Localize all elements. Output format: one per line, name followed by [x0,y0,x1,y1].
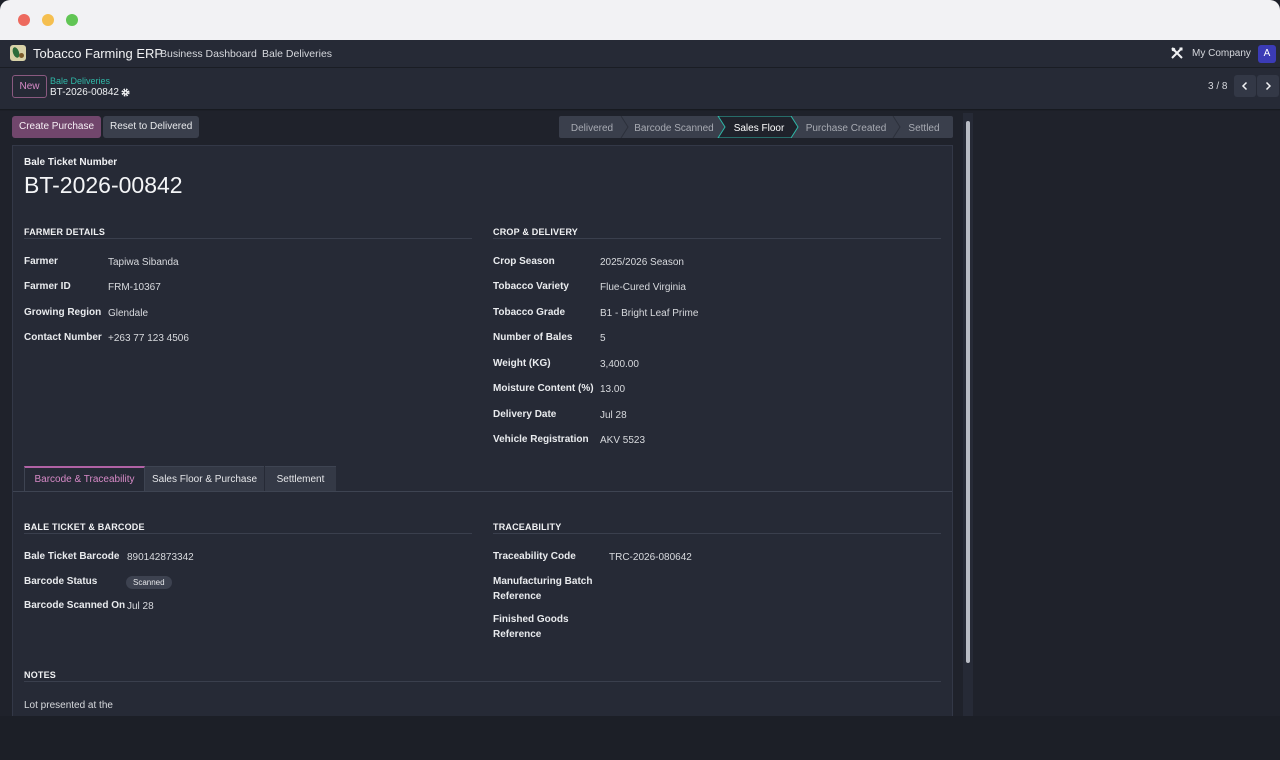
farmer-details-heading: FARMER DETAILS [24,227,106,237]
crop-delivery-divider [493,238,941,239]
close-window-button[interactable] [18,14,30,26]
barcode-status-label: Barcode Status [24,576,98,587]
traceability-code-label: Traceability Code [493,551,576,562]
form-statusbar: Create Purchase Reset to Delivered Deliv… [0,111,960,143]
control-panel: New Bale Deliveries BT-2026-00842 3 / 8 [0,68,1280,110]
create-purchase-button[interactable]: Create Purchase [12,116,102,138]
bale-ticket-barcode-heading: BALE TICKET & BARCODE [24,522,145,532]
weight-label: Weight (KG) [493,358,551,369]
chevron-left-icon [1241,81,1248,91]
scrollbar-thumb[interactable] [966,121,970,663]
tools-icon[interactable] [1171,47,1183,59]
bale-ticket-barcode-value[interactable]: 890142873342 [127,552,194,563]
vehicle-registration-label: Vehicle Registration [493,434,589,445]
barcode-status-badge: Scanned [126,576,172,589]
company-switcher[interactable]: My Company [1192,48,1251,59]
notes-text[interactable]: Lot presented at the [24,700,113,711]
barcode-scanned-on-label: Barcode Scanned On [24,600,126,611]
tobacco-variety-label: Tobacco Variety [493,281,569,292]
stage-sales-floor[interactable]: Sales Floor [734,123,785,134]
farmer-id-value[interactable]: FRM-10367 [108,282,161,293]
stage-pipeline: Delivered Barcode Scanned Sales Floor Pu… [559,116,953,138]
finished-goods-label-line2: Reference [493,629,542,640]
farmer-id-label: Farmer ID [24,281,71,292]
gear-icon[interactable] [121,88,130,97]
breadcrumb-current: BT-2026-00842 [50,87,119,98]
tobacco-grade-label: Tobacco Grade [493,307,566,318]
app-logo-icon[interactable] [10,45,26,61]
tab-divider [13,491,952,492]
top-navbar: Tobacco Farming ERP Business Dashboard B… [0,40,1280,68]
barcode-scanned-on-value[interactable]: Jul 28 [127,601,154,612]
tobacco-grade-value[interactable]: B1 - Bright Leaf Prime [600,308,698,319]
app-name[interactable]: Tobacco Farming ERP [33,46,163,61]
contact-number-label: Contact Number [24,332,102,343]
window-titlebar [0,0,1280,40]
breadcrumb-parent[interactable]: Bale Deliveries [50,76,110,86]
pager-next-button[interactable] [1257,75,1279,97]
traceability-heading: TRACEABILITY [493,522,562,532]
new-record-button[interactable]: New [12,75,47,98]
tab-barcode-traceability[interactable]: Barcode & Traceability [24,466,145,491]
minimize-window-button[interactable] [42,14,54,26]
user-avatar[interactable]: A [1258,45,1276,63]
growing-region-label: Growing Region [24,307,102,318]
pager-previous-button[interactable] [1234,75,1256,97]
ticket-number-title[interactable]: BT-2026-00842 [24,172,183,199]
stage-barcode-scanned[interactable]: Barcode Scanned [634,123,714,134]
number-of-bales-label: Number of Bales [493,332,573,343]
manufacturing-batch-label-line1: Manufacturing Batch [493,576,593,587]
manufacturing-batch-label-line2: Reference [493,591,542,602]
delivery-date-value[interactable]: Jul 28 [600,410,627,421]
farmer-details-divider [24,238,472,239]
traceability-divider [493,533,941,534]
notes-divider [24,681,941,682]
pager-value[interactable]: 3 / 8 [1208,81,1227,92]
right-panel [975,111,1280,716]
bottom-bar [0,716,1280,760]
delivery-date-label: Delivery Date [493,409,557,420]
finished-goods-label-line1: Finished Goods [493,614,569,625]
moisture-content-label: Moisture Content (%) [493,383,594,394]
notes-heading: NOTES [24,670,57,680]
stage-delivered[interactable]: Delivered [571,123,613,134]
nav-business-dashboard[interactable]: Business Dashboard [160,48,257,60]
bale-ticket-barcode-label: Bale Ticket Barcode [24,551,120,562]
moisture-content-value[interactable]: 13.00 [600,384,625,395]
contact-number-value[interactable]: +263 77 123 4506 [108,333,189,344]
maximize-window-button[interactable] [66,14,78,26]
barcode-divider [24,533,472,534]
number-of-bales-value[interactable]: 5 [600,333,606,344]
stage-settled[interactable]: Settled [908,123,939,134]
crop-season-label: Crop Season [493,256,555,267]
form-sheet [12,145,953,716]
tobacco-variety-value[interactable]: Flue-Cured Virginia [600,282,686,293]
ticket-number-label: Bale Ticket Number [24,157,118,168]
farmer-value[interactable]: Tapiwa Sibanda [108,257,179,268]
weight-value[interactable]: 3,400.00 [600,359,639,370]
traceability-code-value[interactable]: TRC-2026-080642 [609,552,692,563]
chevron-right-icon [1265,81,1272,91]
tab-settlement[interactable]: Settlement [265,466,336,491]
farmer-label: Farmer [24,256,58,267]
reset-to-delivered-button[interactable]: Reset to Delivered [103,116,200,138]
nav-bale-deliveries[interactable]: Bale Deliveries [262,48,332,60]
crop-season-value[interactable]: 2025/2026 Season [600,257,684,268]
tab-sales-floor-purchase[interactable]: Sales Floor & Purchase [145,466,264,491]
vehicle-registration-value[interactable]: AKV 5523 [600,435,645,446]
stage-purchase-created[interactable]: Purchase Created [806,123,887,134]
growing-region-value[interactable]: Glendale [108,308,148,319]
crop-delivery-heading: CROP & DELIVERY [493,227,579,237]
